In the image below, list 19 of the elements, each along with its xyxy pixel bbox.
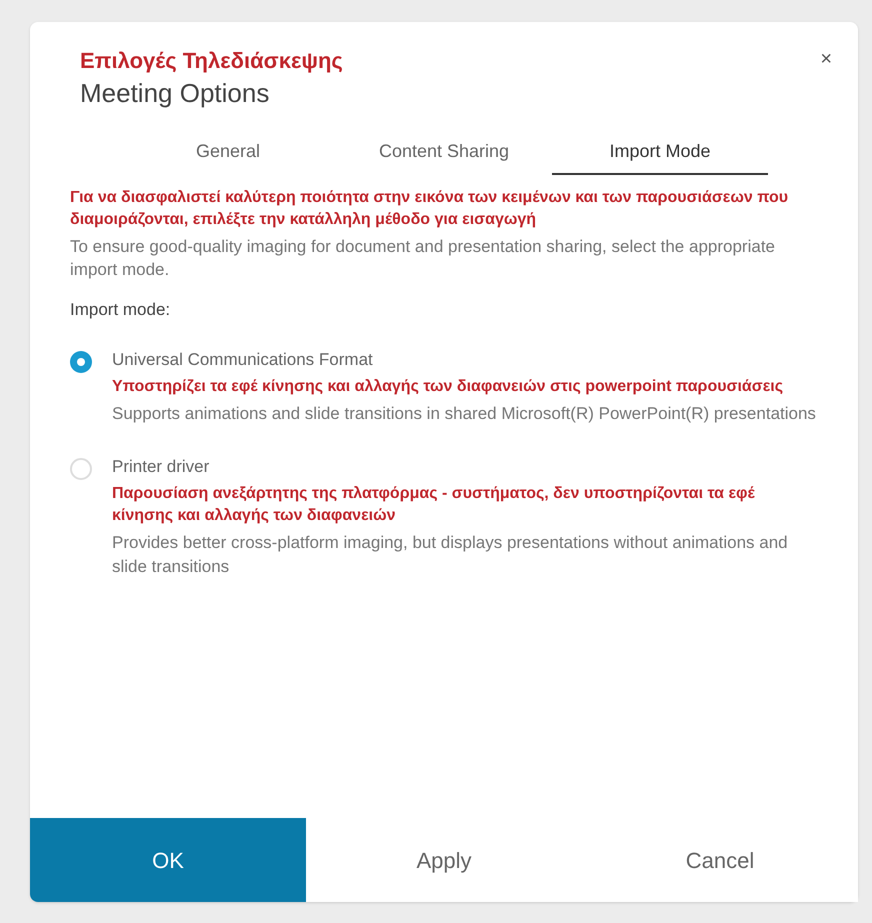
option-annotation: Παρουσίαση ανεξάρτητης της πλατφόρμας - συστήματος, δεν υποστηρίζονται τα εφέ κίνησης και αλλαγής των διαφανειών [112, 484, 756, 526]
option-description: Supports animations and slide transitions in shared Microsoft(R) PowerPoint(R) presentations [112, 403, 816, 426]
dialog-title: Meeting Options [80, 77, 270, 110]
tab[interactable]: General [120, 130, 336, 174]
radio-button[interactable] [70, 350, 92, 373]
option-annotation: Υποστηρίζει τα εφέ κίνησης και αλλαγής των διαφανειών στις powerpoint παρουσιάσεις [112, 377, 784, 398]
dialog-button[interactable]: Cancel [582, 818, 858, 902]
intro-text: To ensure good-quality imaging for document and presentation sharing, select the appropriate import mode. [70, 236, 776, 281]
import-mode-label: Import mode: [70, 299, 172, 322]
tab[interactable]: Import Mode [552, 130, 768, 174]
radio-button[interactable] [70, 458, 92, 480]
tab[interactable]: Content Sharing [336, 130, 552, 174]
intro-annotation: Για να διασφαλιστεί καλύτερη ποιότητα στην εικόνα των κειμένων και των παρουσιάσεων που διαμοιράζονται, επιλέξτε την κατάλληλη μέθοδο για εισαγωγή [70, 188, 790, 230]
title-annotation: Επιλογές Τηλεδιάσκεψης [80, 47, 343, 75]
option-label: Printer driver [112, 456, 210, 478]
option-label: Universal Communications Format [112, 348, 374, 371]
close-button[interactable]: × [820, 44, 832, 68]
ok-button[interactable]: OK [30, 818, 306, 902]
option-description: Provides better cross-platform imaging, but displays presentations without animations and slide transitions [112, 532, 789, 578]
